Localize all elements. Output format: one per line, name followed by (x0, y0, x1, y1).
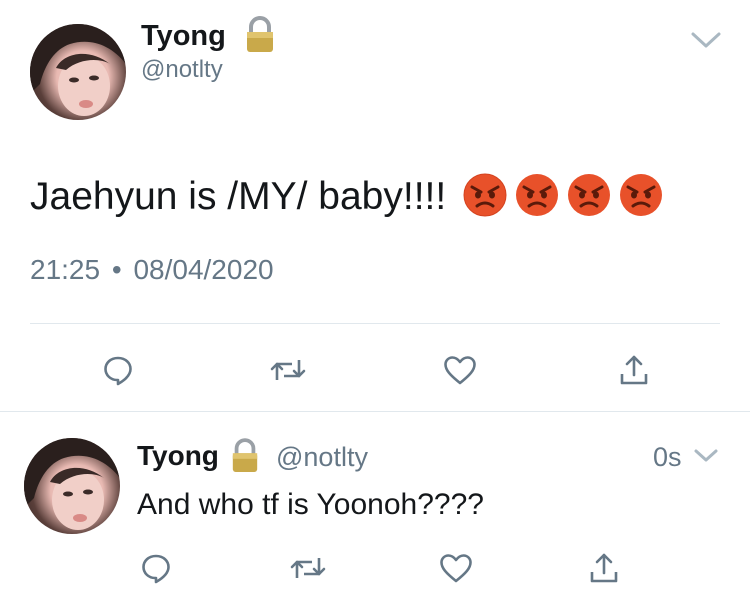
avatar-photo (24, 438, 120, 534)
share-icon (620, 355, 648, 385)
like-icon (440, 554, 472, 583)
like-button[interactable] (438, 350, 482, 390)
retweet-button[interactable] (286, 548, 330, 588)
like-icon (444, 356, 476, 385)
divider (30, 323, 720, 324)
reply-button[interactable] (134, 548, 178, 588)
share-icon (590, 553, 618, 583)
angry-face-emoji (566, 172, 612, 223)
retweet-button[interactable] (266, 350, 310, 390)
lock-icon (230, 438, 260, 474)
reply-icon (142, 554, 170, 584)
share-button[interactable] (612, 348, 656, 392)
tweet-text-row: Jaehyun is /MY/ baby!!!! (30, 172, 664, 222)
tweet-text: Jaehyun is /MY/ baby!!!! (30, 175, 447, 218)
author-handle[interactable]: @notlty (141, 56, 223, 84)
reply-text: And who tf is Yoonoh???? (137, 488, 484, 521)
reply-age[interactable]: 0s (653, 442, 682, 473)
angry-face-emoji (462, 172, 508, 223)
like-button[interactable] (434, 548, 478, 588)
avatar[interactable] (30, 24, 126, 120)
avatar[interactable] (24, 438, 120, 534)
chevron-down-icon[interactable] (690, 30, 722, 55)
avatar-photo (30, 24, 126, 120)
retweet-icon (290, 558, 326, 578)
reply-author-name[interactable]: Tyong (137, 440, 219, 472)
tweet-time: 21:25 (30, 254, 101, 285)
reply-button[interactable] (96, 350, 140, 390)
angry-face-emoji (514, 172, 560, 223)
divider (0, 411, 750, 412)
chevron-down-icon[interactable] (693, 448, 719, 469)
lock-icon (244, 16, 276, 54)
reply-author-handle[interactable]: @notlty (276, 442, 368, 473)
reply-icon (104, 356, 132, 386)
tweet-timestamp[interactable]: 21:25 • 08/04/2020 (30, 254, 274, 286)
share-button[interactable] (582, 546, 626, 590)
angry-face-emoji (618, 172, 664, 223)
timestamp-separator: • (111, 254, 122, 285)
author-name[interactable]: Tyong (141, 20, 226, 53)
retweet-icon (270, 360, 306, 380)
tweet-date: 08/04/2020 (133, 254, 274, 285)
